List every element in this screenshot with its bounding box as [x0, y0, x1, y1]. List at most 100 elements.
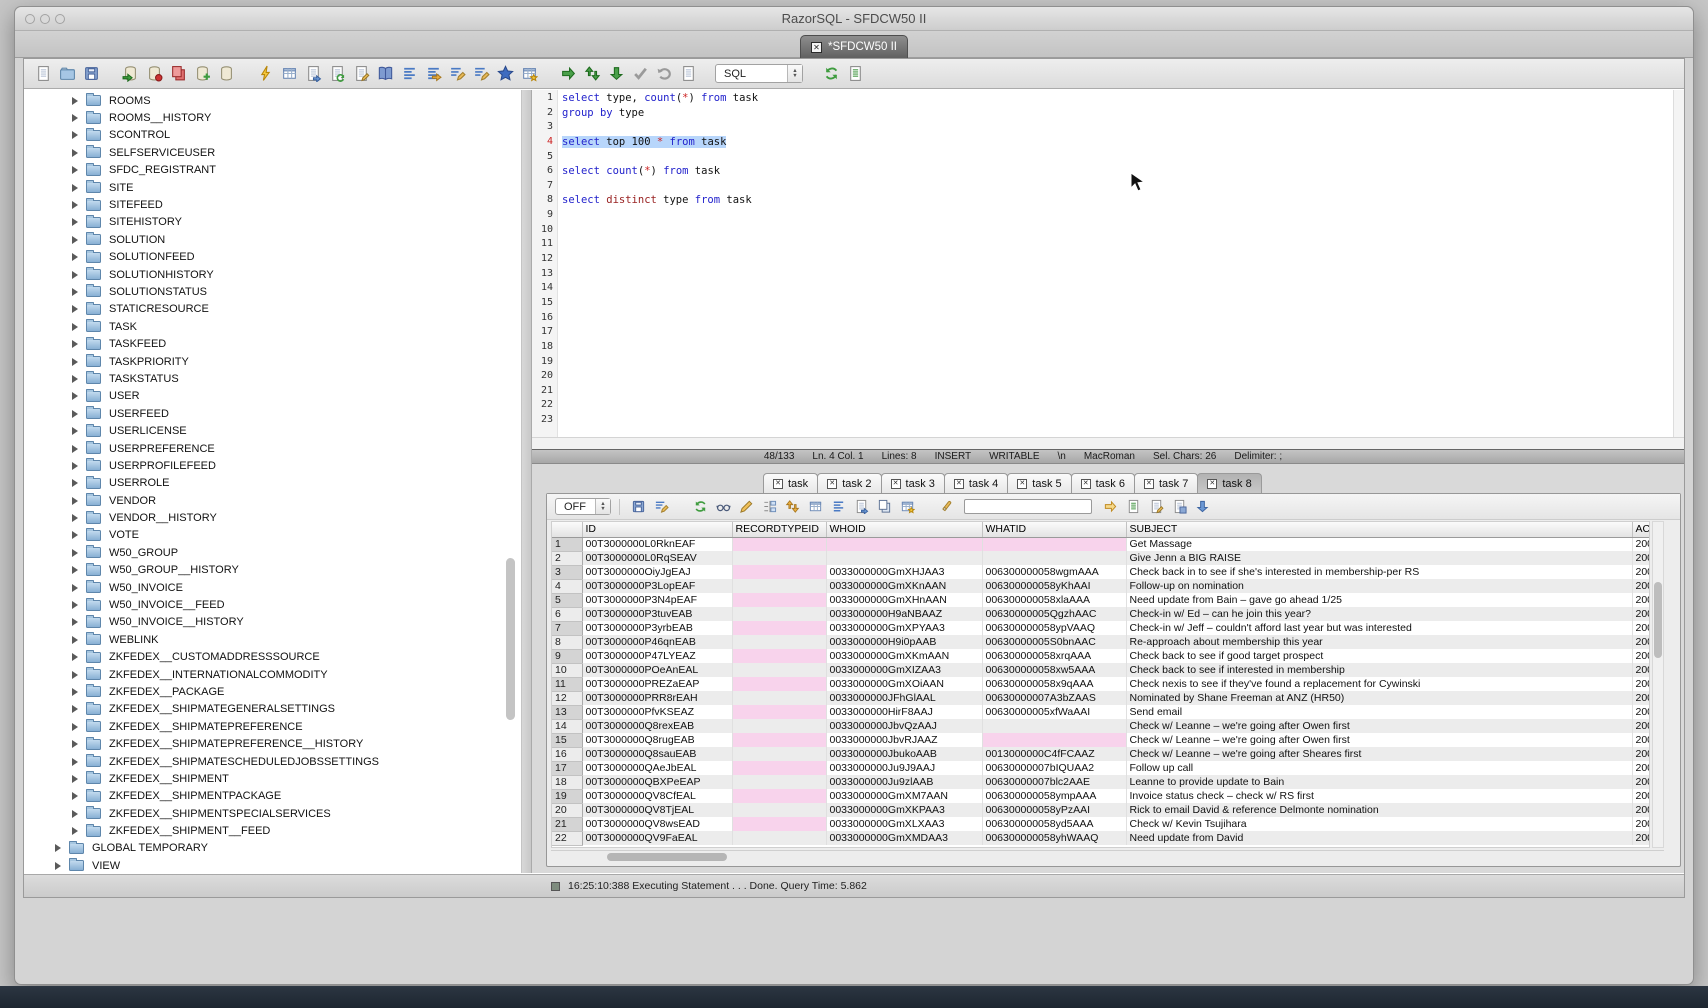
cell-recordtypeid[interactable]	[732, 747, 826, 761]
cell-whoid[interactable]: 0033000000JFhGlAAL	[826, 691, 982, 705]
table-row[interactable]: 400T3000000P3LopEAF0033000000GmXKnAAN006…	[552, 579, 1650, 593]
sidebar-item-userlicense[interactable]: USERLICENSE	[24, 422, 521, 439]
tab-close-icon[interactable]: ✕	[1207, 479, 1217, 489]
results-log-icon[interactable]	[844, 63, 866, 85]
sidebar-item-zkfedex-shipmategeneralsettings[interactable]: ZKFEDEX__SHIPMATEGENERALSETTINGS	[24, 701, 521, 718]
code-line-16[interactable]	[562, 312, 1684, 327]
disclosure-triangle-icon[interactable]	[72, 549, 78, 557]
disclosure-triangle-icon[interactable]	[72, 218, 78, 226]
cell-whoid[interactable]: 0033000000H9i0pAAB	[826, 635, 982, 649]
disclosure-triangle-icon[interactable]	[72, 462, 78, 470]
cell-num[interactable]: 9	[552, 649, 582, 663]
results-vscrollbar[interactable]	[1652, 521, 1664, 848]
disclosure-triangle-icon[interactable]	[72, 358, 78, 366]
cell-subject[interactable]: Check w/ Kevin Tsujihara	[1126, 817, 1632, 831]
cell-ac[interactable]: 200	[1632, 663, 1650, 677]
database-icon[interactable]	[215, 63, 237, 85]
tab-close-icon[interactable]: ✕	[891, 479, 901, 489]
cell-id[interactable]: 00T3000000QV9FaEAL	[582, 831, 732, 845]
disclosure-triangle-icon[interactable]	[72, 653, 78, 661]
sidebar-item-sitehistory[interactable]: SITEHISTORY	[24, 214, 521, 231]
code-line-1[interactable]: select type, count(*) from task	[562, 92, 1684, 107]
cell-whatid[interactable]: 00630000005xfWaAAI	[982, 705, 1126, 719]
cell-num[interactable]: 1	[552, 537, 582, 551]
cell-num[interactable]: 10	[552, 663, 582, 677]
table-row[interactable]: 300T3000000OiyJgEAJ0033000000GmXHJAA3006…	[552, 565, 1650, 579]
edit-cell-icon[interactable]	[1146, 497, 1166, 517]
sidebar-item-solutionhistory[interactable]: SOLUTIONHISTORY	[24, 266, 521, 283]
cell-recordtypeid[interactable]	[732, 761, 826, 775]
cell-id[interactable]: 00T3000000Q8rugEAB	[582, 733, 732, 747]
split-divider[interactable]	[522, 90, 532, 873]
disclosure-triangle-icon[interactable]	[72, 566, 78, 574]
disclosure-triangle-icon[interactable]	[72, 514, 78, 522]
cell-recordtypeid[interactable]	[732, 663, 826, 677]
open-file-icon[interactable]	[56, 63, 78, 85]
cell-whatid[interactable]: 00630000007bIQUAA2	[982, 761, 1126, 775]
cell-num[interactable]: 21	[552, 817, 582, 831]
cell-ac[interactable]: 200	[1632, 761, 1650, 775]
disclosure-triangle-icon[interactable]	[72, 497, 78, 505]
cell-id[interactable]: 00T3000000P46qnEAB	[582, 635, 732, 649]
sidebar-item-rooms[interactable]: ROOMS	[24, 92, 521, 109]
cell-whoid[interactable]: 0033000000GmXHnAAN	[826, 593, 982, 607]
cell-ac[interactable]: 200	[1632, 537, 1650, 551]
result-tab-task-2[interactable]: ✕task 2	[817, 473, 881, 494]
cell-recordtypeid[interactable]	[732, 593, 826, 607]
column-header-WHATID[interactable]: WHATID	[982, 522, 1126, 537]
cell-id[interactable]: 00T3000000POeAnEAL	[582, 663, 732, 677]
find-next-icon[interactable]	[1100, 497, 1120, 517]
sidebar-item-taskstatus[interactable]: TASKSTATUS	[24, 370, 521, 387]
table-row[interactable]: 1200T3000000PRR8rEAH0033000000JFhGlAAL00…	[552, 691, 1650, 705]
cell-whatid[interactable]: 006300000058yhWAAQ	[982, 831, 1126, 845]
sidebar-item-userprofilefeed[interactable]: USERPROFILEFEED	[24, 457, 521, 474]
disclosure-triangle-icon[interactable]	[72, 97, 78, 105]
cell-num[interactable]: 14	[552, 719, 582, 733]
cell-num[interactable]: 20	[552, 803, 582, 817]
disclosure-triangle-icon[interactable]	[72, 184, 78, 192]
result-tab-task-3[interactable]: ✕task 3	[881, 473, 945, 494]
disclosure-triangle-icon[interactable]	[72, 271, 78, 279]
column-header-AC[interactable]: AC	[1632, 522, 1650, 537]
table-row[interactable]: 700T3000000P3yrbEAB0033000000GmXPYAA3006…	[552, 621, 1650, 635]
row-limit-select-stepper-icon[interactable]: ▲▼	[595, 499, 610, 514]
table-row[interactable]: 1600T3000000Q8sauEAB0033000000JbukoAAB00…	[552, 747, 1650, 761]
cell-recordtypeid[interactable]	[732, 831, 826, 845]
cell-id[interactable]: 00T3000000P3LopEAF	[582, 579, 732, 593]
format-sql-icon[interactable]	[446, 63, 468, 85]
code-line-17[interactable]	[562, 326, 1684, 341]
cell-num[interactable]: 6	[552, 607, 582, 621]
cell-recordtypeid[interactable]	[732, 677, 826, 691]
cell-whoid[interactable]: 0033000000Ju9J9AAJ	[826, 761, 982, 775]
cell-whatid[interactable]: 006300000058wgmAAA	[982, 565, 1126, 579]
cell-id[interactable]: 00T3000000P3N4pEAF	[582, 593, 732, 607]
disclosure-triangle-icon[interactable]	[72, 236, 78, 244]
cell-subject[interactable]: Get Massage	[1126, 537, 1632, 551]
sidebar-item-solutionfeed[interactable]: SOLUTIONFEED	[24, 249, 521, 266]
cell-num[interactable]: 15	[552, 733, 582, 747]
disclosure-triangle-icon[interactable]	[72, 688, 78, 696]
editor-vscrollbar[interactable]	[1673, 90, 1684, 437]
sidebar-item-userrole[interactable]: USERROLE	[24, 475, 521, 492]
result-tab-task[interactable]: ✕task	[763, 473, 818, 494]
cell-ac[interactable]: 200	[1632, 705, 1650, 719]
disclosure-triangle-icon[interactable]	[72, 601, 78, 609]
sql-code-area[interactable]: select type, count(*) from taskgroup by …	[558, 90, 1684, 437]
sidebar-item-site[interactable]: SITE	[24, 179, 521, 196]
execute-file-icon[interactable]	[302, 63, 324, 85]
cell-whoid[interactable]: 0033000000Ju9zlAAB	[826, 775, 982, 789]
column-header-WHOID[interactable]: WHOID	[826, 522, 982, 537]
tab-close-icon[interactable]: ✕	[954, 479, 964, 489]
editor-hscrollbar[interactable]	[532, 437, 1684, 449]
sort-filter-icon[interactable]	[651, 497, 671, 517]
cell-whoid[interactable]: 0033000000GmXIZAA3	[826, 663, 982, 677]
cell-whoid[interactable]: 0033000000GmXM7AAN	[826, 789, 982, 803]
sidebar-item-zkfedex-internationalcommodity[interactable]: ZKFEDEX__INTERNATIONALCOMMODITY	[24, 666, 521, 683]
cell-id[interactable]: 00T3000000QV8TjEAL	[582, 803, 732, 817]
cell-whatid[interactable]: 006300000058ympAAA	[982, 789, 1126, 803]
code-line-18[interactable]	[562, 341, 1684, 356]
disclosure-triangle-icon[interactable]	[55, 844, 61, 852]
table-row[interactable]: 800T3000000P46qnEAB0033000000H9i0pAAB006…	[552, 635, 1650, 649]
cell-whatid[interactable]: 006300000058yPzAAI	[982, 803, 1126, 817]
cell-id[interactable]: 00T3000000OiyJgEAJ	[582, 565, 732, 579]
